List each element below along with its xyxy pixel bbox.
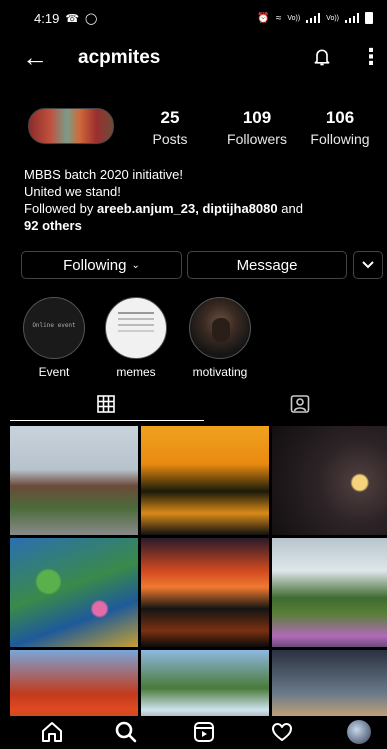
- bell-icon[interactable]: [312, 46, 332, 68]
- post-thumbnail[interactable]: [141, 426, 269, 535]
- signal-icon-2: [345, 13, 359, 23]
- followers-label: Followers: [227, 131, 287, 147]
- grid-icon[interactable]: [97, 395, 115, 413]
- posts-count: 25: [160, 108, 180, 127]
- profile-header: ← acpmites ⋮: [0, 38, 387, 78]
- highlight-memes[interactable]: memes: [104, 297, 168, 379]
- status-time: 4:19: [34, 10, 60, 26]
- suggested-accounts-button[interactable]: [353, 251, 383, 279]
- chevron-down-icon: ⌄: [131, 259, 140, 271]
- followed-by-names[interactable]: areeb.anjum_23, diptijha8080: [97, 201, 278, 216]
- profile-username: acpmites: [78, 47, 161, 68]
- highlight-memes-cover: [105, 297, 167, 359]
- message-button[interactable]: Message: [187, 251, 347, 279]
- profile-bio: MBBS batch 2020 initiative! United we st…: [24, 166, 364, 234]
- followed-by-line[interactable]: Followed by areeb.anjum_23, diptijha8080…: [24, 200, 364, 217]
- followers-stat[interactable]: 109 Followers: [222, 108, 292, 147]
- alarm-icon: ⏰: [257, 12, 270, 24]
- profile-avatar-icon[interactable]: [347, 720, 371, 744]
- highlight-event-inner-text: Online event: [32, 322, 76, 329]
- post-thumbnail[interactable]: [10, 426, 138, 535]
- tagged-person-icon[interactable]: [290, 394, 310, 414]
- following-label: Following: [310, 131, 370, 147]
- following-count: 106: [325, 108, 355, 127]
- bottom-navigation: [0, 716, 387, 749]
- posts-grid: [10, 426, 387, 716]
- highlight-motivating-figure: [212, 318, 230, 342]
- followed-by-and: and: [277, 201, 303, 216]
- carrier-label-2: Vo)): [326, 14, 339, 22]
- post-thumbnail[interactable]: [10, 538, 138, 647]
- message-button-label: Message: [236, 256, 298, 274]
- heart-icon[interactable]: [270, 720, 294, 744]
- highlight-memes-label: memes: [116, 365, 156, 379]
- highlight-memes-text-lines: [118, 312, 154, 314]
- status-bar: 4:19 ☎ ◯ ⏰ ≈ Vo)) Vo)): [0, 0, 387, 36]
- notification-icon: ☎: [65, 12, 80, 25]
- highlight-event-label: Event: [38, 365, 70, 379]
- more-vertical-icon[interactable]: ⋮: [360, 44, 382, 70]
- signal-icon: [306, 13, 321, 23]
- followed-by-prefix: Followed by: [24, 201, 97, 216]
- highlight-motivating-cover: [189, 297, 251, 359]
- following-stat[interactable]: 106 Following: [305, 108, 375, 147]
- followed-by-others[interactable]: 92 others: [24, 218, 82, 233]
- posts-stat[interactable]: 25 Posts: [150, 108, 190, 147]
- post-thumbnail[interactable]: [272, 538, 387, 647]
- post-thumbnail[interactable]: [272, 426, 387, 535]
- post-thumbnail[interactable]: [272, 650, 387, 716]
- chevron-down-icon: [362, 261, 374, 269]
- reels-icon[interactable]: [192, 720, 216, 744]
- highlight-event-cover: Online event: [23, 297, 85, 359]
- battery-icon: [365, 12, 373, 24]
- highlight-motivating-label: motivating: [192, 365, 248, 379]
- search-icon[interactable]: [114, 720, 138, 744]
- following-button-label: Following: [63, 256, 127, 274]
- highlight-motivating[interactable]: motivating: [188, 297, 252, 379]
- post-thumbnail[interactable]: [141, 538, 269, 647]
- following-button[interactable]: Following ⌄: [21, 251, 182, 279]
- bio-line-2: United we stand!: [24, 184, 121, 199]
- wifi-icon: ≈: [275, 12, 282, 24]
- arrow-left-icon[interactable]: ←: [22, 44, 48, 70]
- followers-count: 109: [242, 108, 272, 127]
- whatsapp-icon: ◯: [85, 12, 98, 25]
- active-tab-indicator: [10, 420, 204, 421]
- carrier-label-1: Vo)): [287, 14, 301, 22]
- highlight-event[interactable]: Online event Event: [22, 297, 86, 379]
- profile-avatar[interactable]: [28, 108, 114, 144]
- post-thumbnail[interactable]: [141, 650, 269, 716]
- profile-tabs: [0, 388, 387, 422]
- post-thumbnail[interactable]: [10, 650, 138, 716]
- posts-label: Posts: [152, 131, 188, 147]
- home-icon[interactable]: [40, 720, 64, 744]
- bio-line-1: MBBS batch 2020 initiative!: [24, 167, 183, 182]
